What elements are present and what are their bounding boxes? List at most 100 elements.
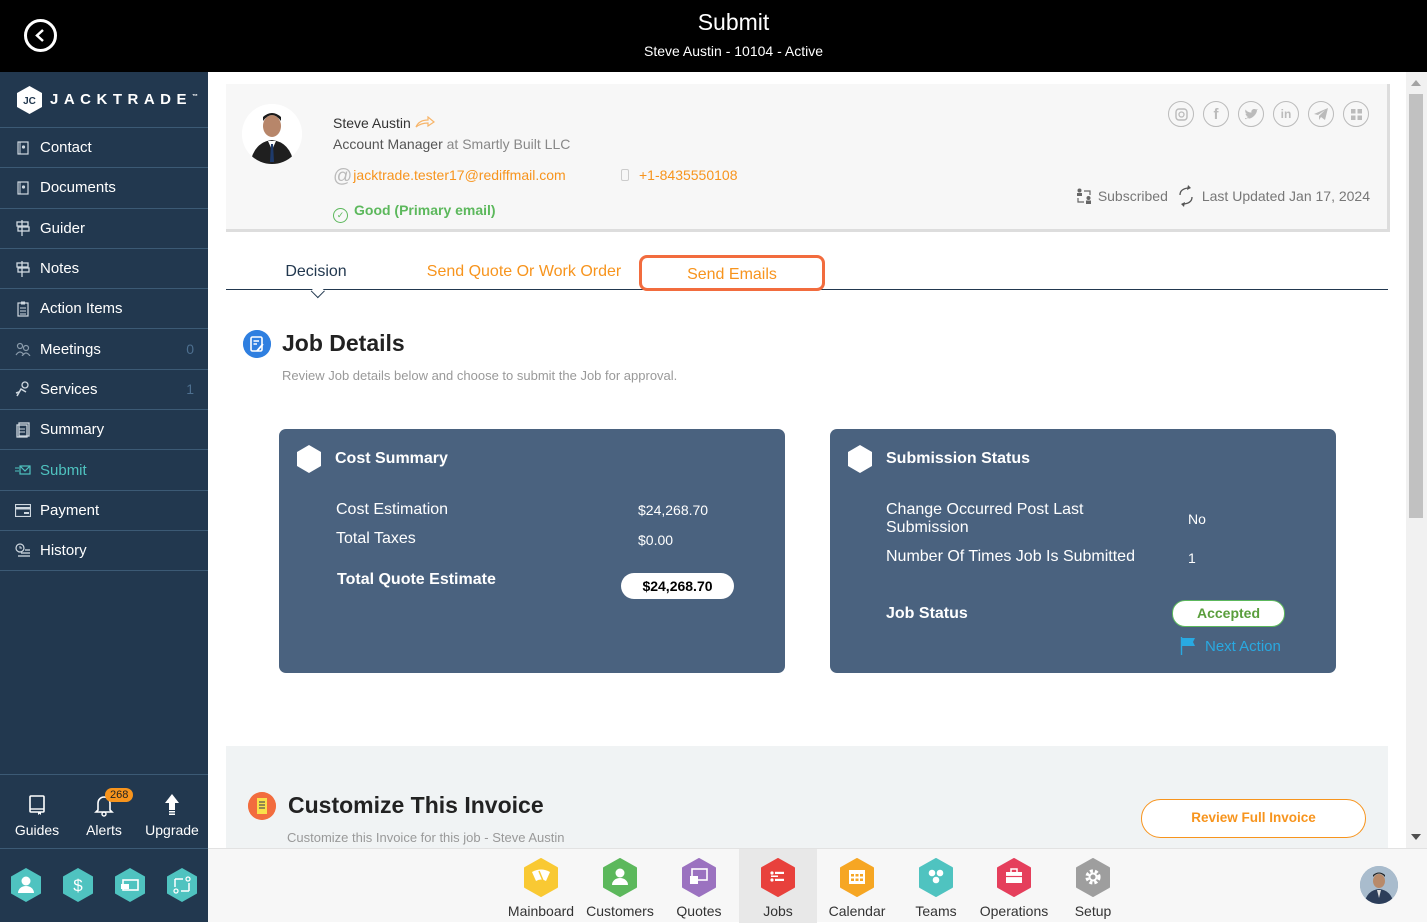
sidebar-item-summary[interactable]: Summary [0,410,208,451]
next-action-link[interactable]: Next Action [1180,637,1281,655]
contact-card: Steve Austin Account Manager at Smartly … [226,84,1390,232]
contact-phone-link[interactable]: +1-8435550108 [621,167,738,183]
jacktrade-logo-icon: JC [17,85,42,114]
share-arrow-icon[interactable] [415,115,435,128]
guides-button[interactable]: Guides [2,792,72,838]
bottom-nav-operations[interactable]: Operations [975,849,1053,923]
sidebar-item-documents[interactable]: Documents [0,168,208,209]
payment-card-icon [15,502,31,518]
contact-photo [242,104,302,164]
teams-icon [919,858,953,897]
sidebar-item-label: Action Items [40,300,123,318]
submit-mail-icon [15,462,31,478]
quotes-icon [682,858,716,897]
review-full-invoice-button[interactable]: Review Full Invoice [1141,799,1366,838]
page-subtitle: Steve Austin - 10104 - Active [644,43,823,59]
tab-send-quote-or-work-order[interactable]: Send Quote Or Work Order [426,252,622,290]
change-occurred-value: No [1188,511,1206,527]
bottom-nav-label: Calendar [828,903,886,919]
apps-icon[interactable] [1343,101,1369,127]
bottom-nav-mainboard[interactable]: Mainboard [502,849,580,923]
bottom-nav-label: Quotes [676,903,722,919]
guides-label: Guides [14,822,60,838]
email-status: ✓ Good (Primary email) [333,202,496,223]
flag-icon [1180,637,1195,655]
check-circle-icon: ✓ [333,208,348,223]
sidebar-item-label: Services [40,380,98,398]
sidebar: JC JACKTRADE™ Contact Documents Guider Note… [0,72,208,922]
user-photo [1360,866,1398,904]
sidebar-item-contact[interactable]: Contact [0,128,208,169]
social-links: f in [1168,101,1369,127]
bottom-nav-setup[interactable]: Setup [1054,849,1132,923]
submission-status-title: Submission Status [886,450,1031,467]
sidebar-item-notes[interactable]: Notes [0,249,208,290]
divider [0,774,208,775]
cost-estimation-label: Cost Estimation [336,501,449,518]
bottom-nav-jobs[interactable]: Jobs [739,849,817,923]
sidebar-item-count: 1 [186,381,194,398]
refresh-icon[interactable] [1176,185,1196,207]
upgrade-button[interactable]: Upgrade [137,792,207,838]
twitter-icon[interactable] [1238,101,1264,127]
customize-invoice-subtitle: Customize this Invoice for this job - St… [287,830,565,845]
summary-icon [15,422,31,438]
sidebar-item-label: Notes [40,260,80,278]
submission-status-panel: Submission Status Change Occurred Post L… [830,429,1336,673]
facebook-icon[interactable]: f [1203,101,1229,127]
setup-gear-icon [1076,858,1110,897]
tab-decision[interactable]: Decision [274,252,358,299]
alerts-button[interactable]: 268 Alerts [69,788,139,838]
sidebar-item-history[interactable]: History [0,531,208,572]
sidebar-item-label: Contact [40,139,92,157]
contact-avatar[interactable] [242,104,302,164]
instagram-icon[interactable] [1168,101,1194,127]
sidebar-item-label: Summary [40,421,105,439]
scroll-down-arrow-icon[interactable] [1411,834,1421,840]
bottom-nav-quotes[interactable]: Quotes [660,849,738,923]
sidebar-item-payment[interactable]: Payment [0,491,208,531]
money-hex-icon[interactable] [115,868,145,902]
page-title: Submit [697,9,770,35]
customize-invoice-title: Customize This Invoice [288,792,544,818]
sidebar-item-meetings[interactable]: Meetings 0 [0,329,208,370]
telegram-icon[interactable] [1308,101,1334,127]
sidebar-item-label: Payment [40,501,100,519]
sidebar-item-submit[interactable]: Submit [0,450,208,491]
book-icon [29,795,45,815]
vertical-scrollbar[interactable] [1406,72,1427,848]
contact-meta: Subscribed Last Updated Jan 17, 2024 [1076,185,1370,207]
invoice-icon [248,792,276,820]
sidebar-item-services[interactable]: Services 1 [0,370,208,411]
jacktrade-logo[interactable]: JC JACKTRADE™ [0,72,208,128]
dollar-hex-icon[interactable]: $ [63,868,93,902]
contact-name: Steve Austin [333,115,435,131]
bottom-nav-teams[interactable]: Teams [897,849,975,923]
alerts-label: Alerts [86,822,122,838]
scroll-up-arrow-icon[interactable] [1411,80,1421,86]
bottom-nav-label: Jobs [763,903,793,919]
scroll-thumb[interactable] [1409,94,1423,518]
bottom-nav-customers[interactable]: Customers [581,849,659,923]
signpost-icon [15,260,31,277]
top-bar: Submit Steve Austin - 10104 - Active [0,0,1427,72]
tab-bar: Decision Send Quote Or Work Order Send E… [226,252,1388,299]
contact-book-icon [15,140,31,156]
upgrade-arrow-icon [165,794,179,815]
linkedin-icon[interactable]: in [1273,101,1299,127]
contact-email-link[interactable]: @jacktrade.tester17@rediffmail.com [333,166,566,188]
tab-send-emails[interactable]: Send Emails [639,255,825,291]
history-icon [15,543,31,559]
times-submitted-label: Number Of Times Job Is Submitted [886,548,1135,565]
sidebar-item-count: 0 [186,341,194,358]
bottom-nav: Mainboard Customers Quotes Jobs Calendar Team… [208,848,1427,923]
sidebar-item-guider[interactable]: Guider [0,209,208,249]
user-avatar[interactable] [1360,866,1398,904]
person-hex-icon[interactable] [11,868,41,902]
bottom-nav-calendar[interactable]: Calendar [818,849,896,923]
at-sign-icon: @ [333,166,353,187]
bottom-nav-label: Setup [1074,903,1112,919]
workflow-hex-icon[interactable] [167,868,197,902]
total-taxes-value: $0.00 [638,532,674,548]
sidebar-item-action-items[interactable]: Action Items [0,289,208,330]
